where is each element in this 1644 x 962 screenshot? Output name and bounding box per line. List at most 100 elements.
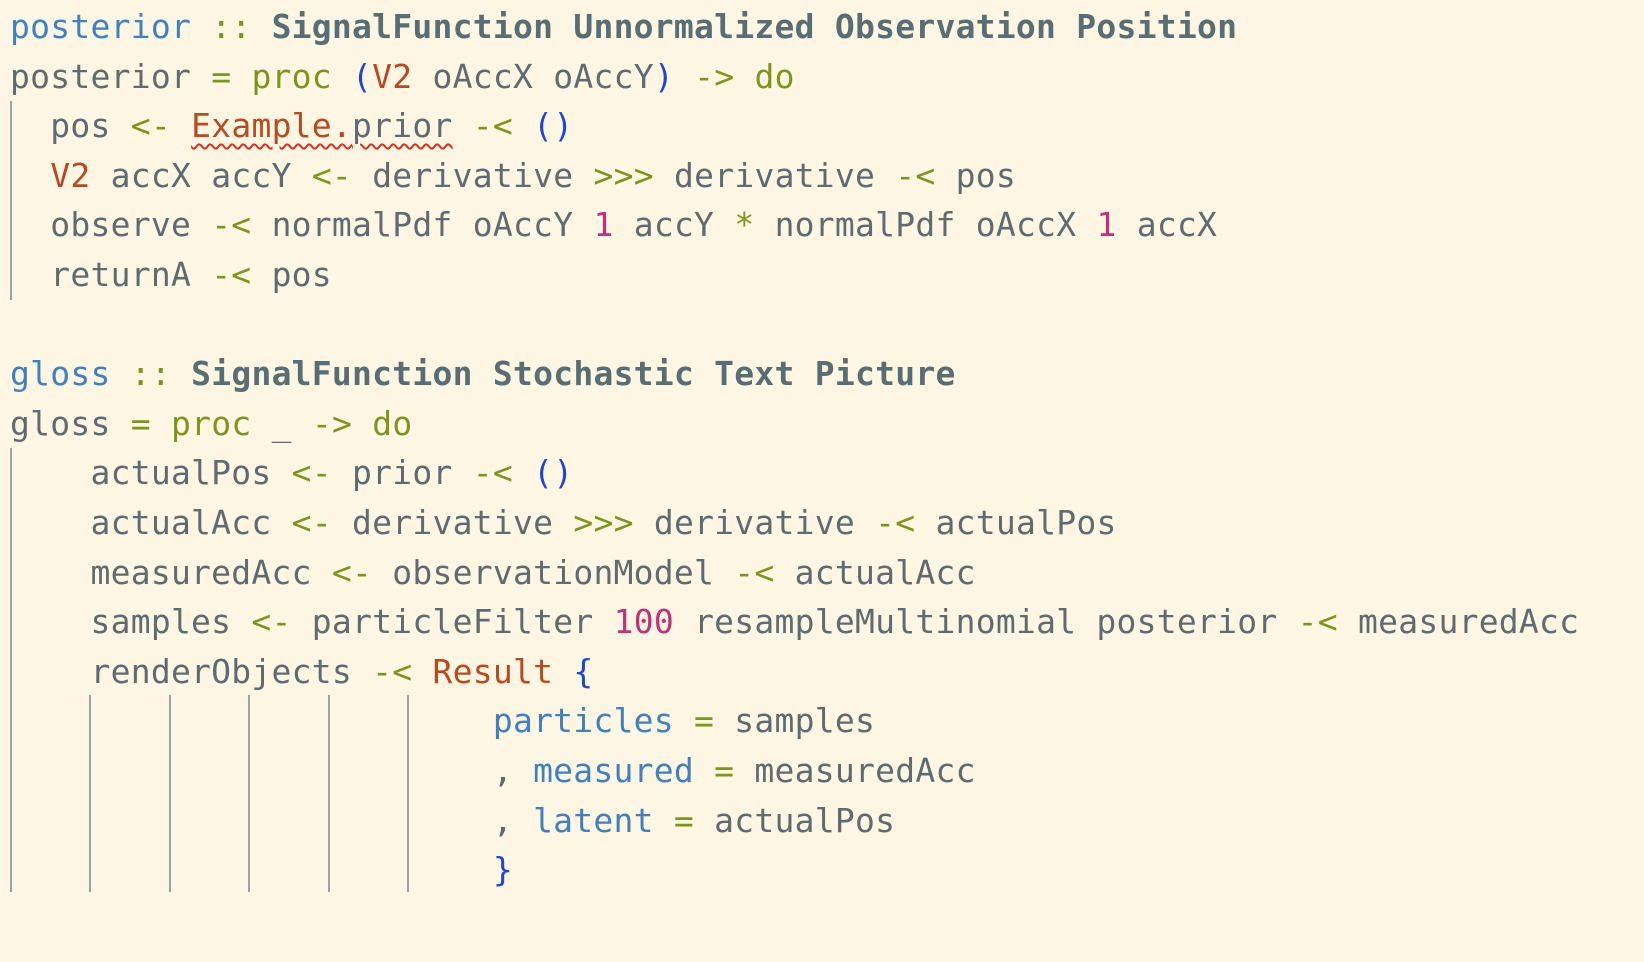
code-line[interactable]: gloss = proc _ -> do (10, 399, 412, 449)
token-par: } (492, 850, 513, 890)
code-line[interactable]: returnA -< pos (10, 250, 332, 300)
code-line[interactable]: posterior :: SignalFunction Unnormalized… (10, 2, 1237, 52)
token-op: -< (211, 205, 252, 245)
token-op: = (694, 701, 715, 741)
code-line[interactable]: observe -< normalPdf oAccY 1 accY * norm… (10, 200, 1217, 250)
code-line[interactable]: actualPos <- prior -< () (10, 448, 573, 498)
token-op: >>> (573, 503, 634, 542)
token-ty: SignalFunction Unnormalized Observation … (271, 7, 1238, 46)
code-line[interactable]: actualAcc <- derivative >>> derivative -… (10, 498, 1117, 548)
token-id: returnA (10, 255, 192, 294)
token-op: * (734, 205, 755, 245)
code-line[interactable]: , measured = measuredAcc (10, 746, 976, 796)
token-op: -< (734, 552, 775, 592)
code-line[interactable]: V2 accX accY <- derivative >>> derivativ… (10, 151, 1016, 201)
token-id: actualPos (10, 453, 272, 493)
token-kw: proc (170, 403, 252, 443)
token-id: actualAcc (794, 552, 976, 592)
token-op: -< (211, 255, 252, 294)
token-op: -< (895, 155, 936, 195)
token-con: V2 (50, 155, 91, 195)
token-num: 1 (593, 205, 614, 245)
token-par: { (573, 651, 594, 691)
token-id: measuredAcc (10, 552, 312, 592)
token-id: derivative (653, 503, 856, 542)
token-num: 1 (1096, 205, 1117, 245)
token-op: -> (694, 56, 735, 96)
token-op: -< (1297, 602, 1338, 642)
token-id: prior (352, 106, 453, 146)
token-op: -< (472, 106, 514, 146)
token-fld: measured (533, 751, 695, 790)
code-line[interactable]: measuredAcc <- observationModel -< actua… (10, 548, 976, 598)
code-line[interactable]: renderObjects -< Result { (10, 647, 593, 697)
code-line[interactable]: gloss :: SignalFunction Stochastic Text … (10, 349, 956, 399)
code-line[interactable]: } (10, 845, 513, 895)
indent-guide (248, 695, 250, 892)
token-op: = (714, 751, 735, 790)
code-editor[interactable]: posterior :: SignalFunction Unnormalized… (0, 0, 1644, 962)
code-line[interactable]: samples <- particleFilter 100 resampleMu… (10, 597, 1579, 647)
indent-guide (10, 448, 12, 892)
code-line[interactable]: posterior = proc (V2 oAccX oAccY) -> do (10, 52, 795, 102)
token-kw: proc (251, 56, 332, 96)
token-par: ( (352, 56, 373, 96)
token-kw: do (372, 403, 413, 443)
token-con: Result (432, 651, 554, 691)
token-op: <- (291, 453, 332, 493)
token-op: <- (251, 602, 292, 642)
indent-guide (407, 695, 409, 892)
token-op: <- (331, 552, 373, 592)
token-kw: do (754, 56, 795, 96)
code-line[interactable]: , latent = actualPos (10, 796, 895, 846)
token-id: renderObjects (10, 651, 353, 691)
code-line[interactable]: particles = samples (10, 696, 875, 746)
token-id: particleFilter (311, 602, 594, 642)
token-op: -< (875, 503, 916, 542)
indent-guide (169, 695, 171, 892)
code-line[interactable]: pos <- Example.prior -< () (10, 101, 573, 151)
token-id: actualPos (935, 503, 1117, 542)
token-par: ) (653, 56, 674, 96)
token-id: actualAcc (10, 503, 272, 542)
token-id: derivative (372, 155, 574, 195)
token-id: posterior (10, 56, 192, 96)
